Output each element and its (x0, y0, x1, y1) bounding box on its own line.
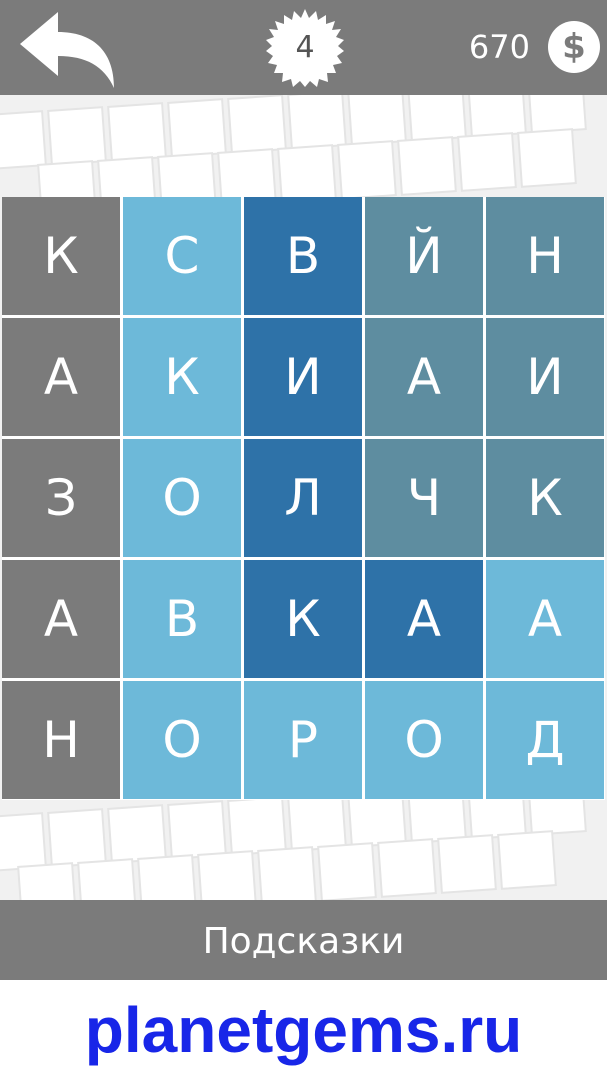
grid-cell[interactable]: Н (486, 197, 604, 315)
hints-button[interactable]: Подсказки (0, 900, 607, 980)
grid-cell[interactable]: Ч (365, 439, 483, 557)
grid-cell[interactable]: Д (486, 681, 604, 799)
grid-cell[interactable]: К (486, 439, 604, 557)
grid-cell[interactable]: А (2, 560, 120, 678)
grid-cell[interactable]: К (2, 197, 120, 315)
grid-cell[interactable]: А (486, 560, 604, 678)
grid-cell[interactable]: И (486, 318, 604, 436)
grid-cell[interactable]: А (365, 318, 483, 436)
grid-cell[interactable]: А (2, 318, 120, 436)
back-button[interactable] (14, 10, 124, 90)
grid-cell[interactable]: И (244, 318, 362, 436)
watermark-text: planetgems.ru (0, 980, 607, 1080)
grid-cell[interactable]: Н (2, 681, 120, 799)
grid-cell[interactable]: К (244, 560, 362, 678)
grid-cell[interactable]: С (123, 197, 241, 315)
coins-count: 670 (468, 28, 530, 66)
grid-cell[interactable]: О (123, 439, 241, 557)
grid-cell[interactable]: О (365, 681, 483, 799)
grid-cell[interactable]: Л (244, 439, 362, 557)
back-arrow-icon (20, 12, 114, 88)
grid-cell[interactable]: З (2, 439, 120, 557)
letter-grid: К С В Й Н А К И А И З О Л Ч К А В К А А … (2, 197, 605, 800)
coin-icon[interactable]: $ (548, 21, 600, 73)
grid-cell[interactable]: К (123, 318, 241, 436)
grid-cell[interactable]: Й (365, 197, 483, 315)
grid-cell[interactable]: В (123, 560, 241, 678)
top-bar: 4 670 $ (0, 0, 607, 95)
grid-cell[interactable]: Р (244, 681, 362, 799)
grid-cell[interactable]: А (365, 560, 483, 678)
grid-cell[interactable]: О (123, 681, 241, 799)
level-badge: 4 (266, 9, 344, 87)
grid-cell[interactable]: В (244, 197, 362, 315)
playfield: К С В Й Н А К И А И З О Л Ч К А В К А А … (0, 95, 607, 900)
level-number: 4 (295, 30, 315, 65)
